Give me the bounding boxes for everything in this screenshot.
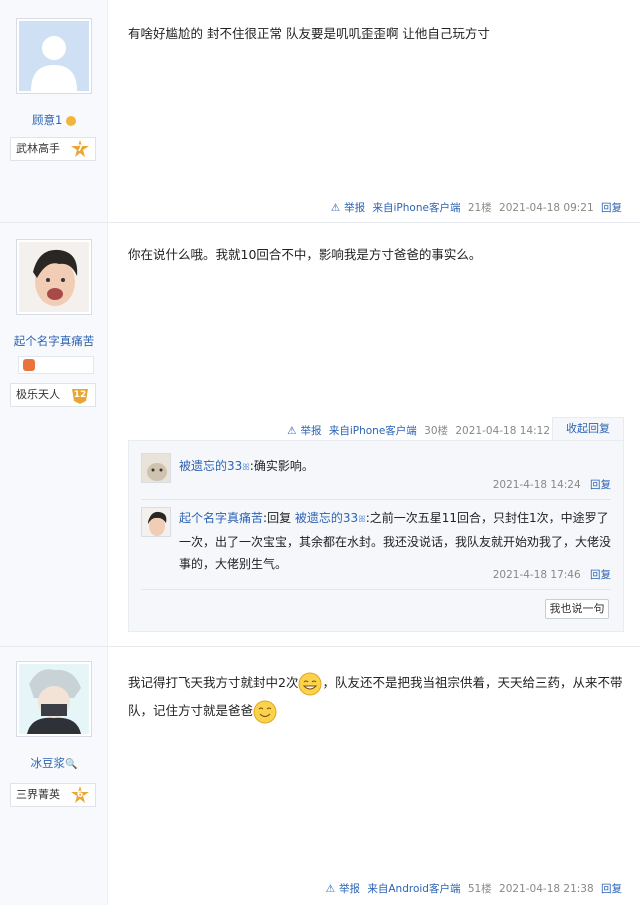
post-content: 有啥好尴尬的 封不住很正常 队友要是叽叽歪歪啊 让他自己玩方寸 — [128, 26, 490, 41]
avatar[interactable] — [16, 661, 92, 737]
avatar[interactable] — [16, 239, 92, 315]
divider — [141, 589, 611, 590]
game-medal-icon — [23, 359, 35, 371]
sub-reply-time: 2021-4-18 14:24 — [492, 479, 581, 491]
vip-icon — [65, 115, 76, 126]
post-meta: ⚠ 举报 来自iPhone客户端 30楼 2021-04-18 14:12 — [279, 423, 550, 438]
emoji-grin-icon — [298, 672, 322, 696]
sub-reply-time: 2021-4-18 17:46 — [492, 569, 581, 581]
warning-icon: ⚠ — [287, 425, 297, 437]
post-time: 2021-04-18 14:12 — [455, 425, 550, 437]
post-author-panel: 起个名字真痛苦 极乐天人 12 — [0, 223, 108, 646]
post-time: 2021-04-18 21:38 — [499, 883, 594, 895]
warning-icon: ⚠ — [330, 202, 341, 214]
vip-icon: 🔍 — [65, 759, 78, 770]
user-photo-avatar — [19, 242, 89, 312]
sub-reply-meta: 2021-4-18 14:24 回复 — [493, 477, 611, 492]
reply-link[interactable]: 回复 — [601, 883, 622, 895]
vip-icon: ꕤ — [242, 463, 250, 473]
sub-reply-text: 起个名字真痛苦:回复 被遗忘的33ꕤ:之前一次五星11回合，只封住1次，中途罗了… — [179, 511, 612, 571]
anime-avatar — [19, 664, 89, 734]
floor-number: 51楼 — [467, 883, 492, 895]
say-something-button[interactable]: 我也说一句 — [545, 599, 609, 619]
sub-reply-text: 被遗忘的33ꕤ:确实影响。 — [179, 459, 314, 473]
post-floor-21: 顾意1 武林高手 7 有啥好尴尬的 封不住很正常 队友要是叽叽歪歪啊 让他自己玩… — [0, 0, 640, 222]
avatar[interactable] — [16, 18, 92, 94]
post-author-panel: 冰豆浆🔍 三界菁英 6 — [0, 647, 108, 905]
vip-icon: ꕤ — [358, 515, 366, 525]
sub-reply-meta: 2021-4-18 17:46 回复 — [493, 567, 611, 582]
avatar[interactable] — [141, 453, 171, 483]
client-link[interactable]: 来自iPhone客户端 — [373, 202, 461, 214]
post-time: 2021-04-18 09:21 — [499, 202, 594, 214]
username[interactable]: 冰豆浆🔍 — [0, 755, 108, 771]
sub-reply-panel: 被遗忘的33ꕤ:确实影响。 2021-4-18 14:24 回复 起个名字真痛苦… — [128, 440, 624, 632]
sub-reply-user[interactable]: 起个名字真痛苦 — [179, 511, 263, 525]
reply-target-user[interactable]: 被遗忘的33 — [295, 511, 358, 525]
floor-number: 30楼 — [424, 425, 449, 437]
report-link[interactable]: ⚠ 举报 — [322, 883, 360, 895]
post-body: 我记得打飞天我方寸就封中2次 ，队友还不是把我当祖宗供着，天天给三药，从来不带 … — [108, 647, 640, 905]
post-meta: ⚠ 举报 来自iPhone客户端 21楼 2021-04-18 09:21 回复 — [323, 200, 622, 215]
collapse-replies-button[interactable]: 收起回复 — [552, 417, 624, 441]
report-link[interactable]: ⚠ 举报 — [283, 425, 321, 437]
client-link[interactable]: 来自Android客户端 — [367, 883, 460, 895]
post-body: 有啥好尴尬的 封不住很正常 队友要是叽叽歪歪啊 让他自己玩方寸 ⚠ 举报 来自iP… — [108, 0, 640, 222]
emoji-smile-icon — [253, 700, 277, 724]
level-badge-icon: 7 — [71, 140, 89, 158]
post-author-panel: 顾意1 武林高手 7 — [0, 0, 108, 222]
report-link[interactable]: ⚠ 举报 — [327, 202, 365, 214]
level-box: 武林高手 7 — [10, 137, 96, 161]
post-meta: ⚠ 举报 来自Android客户端 51楼 2021-04-18 21:38 回复 — [318, 881, 622, 896]
default-avatar-icon — [19, 21, 89, 91]
level-box: 极乐天人 12 — [10, 383, 96, 407]
sub-reply-user[interactable]: 被遗忘的33 — [179, 459, 242, 473]
sub-reply-link[interactable]: 回复 — [590, 479, 611, 491]
level-box: 三界菁英 6 — [10, 783, 96, 807]
post-content: 我记得打飞天我方寸就封中2次 ，队友还不是把我当祖宗供着，天天给三药，从来不带 … — [128, 669, 628, 725]
post-content: 你在说什么哦。我就10回合不中，影响我是方寸爸爸的事实么。 — [128, 247, 482, 262]
warning-icon: ⚠ — [325, 883, 336, 895]
client-link[interactable]: 来自iPhone客户端 — [329, 425, 417, 437]
level-badge-icon: 12 — [71, 386, 89, 404]
username[interactable]: 顾意1 — [0, 112, 108, 128]
sub-reply: 被遗忘的33ꕤ:确实影响。 2021-4-18 14:24 回复 — [141, 453, 611, 493]
level-badge-icon: 6 — [71, 786, 89, 804]
floor-number: 21楼 — [467, 202, 492, 214]
medal-box — [18, 356, 94, 374]
post-floor-51: 冰豆浆🔍 三界菁英 6 我记得打飞天我方寸就封中2次 ，队友还不是把我当祖宗供着… — [0, 647, 640, 905]
avatar[interactable] — [141, 507, 171, 537]
reply-link[interactable]: 回复 — [601, 202, 622, 214]
sub-reply-link[interactable]: 回复 — [590, 569, 611, 581]
sub-reply: 起个名字真痛苦:回复 被遗忘的33ꕤ:之前一次五星11回合，只封住1次，中途罗了… — [141, 507, 611, 587]
username[interactable]: 起个名字真痛苦 — [0, 333, 108, 349]
divider — [141, 499, 611, 500]
